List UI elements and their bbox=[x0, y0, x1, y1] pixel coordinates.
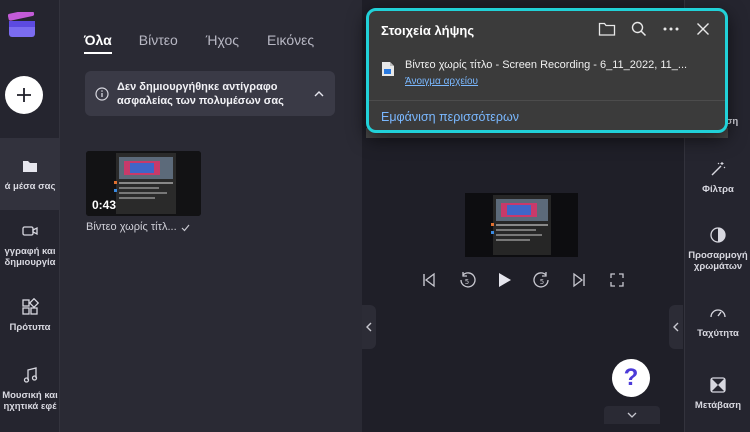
panel-item-label: Ταχύτητα bbox=[697, 328, 739, 339]
panel-item-label-line2: χρωμάτων bbox=[693, 261, 743, 272]
checkmark-icon bbox=[181, 224, 190, 231]
more-dots-icon bbox=[663, 27, 679, 31]
collapse-media-panel-button[interactable] bbox=[362, 305, 376, 349]
transition-icon bbox=[710, 377, 726, 393]
magic-wand-icon bbox=[711, 162, 726, 176]
rail-item-music-sfx[interactable]: Μουσική και ηχητικά εφέ bbox=[0, 366, 60, 428]
search-downloads-button[interactable] bbox=[629, 19, 649, 39]
rail-item-label-line2: δημιουργία bbox=[4, 257, 56, 268]
rail-item-label-line2: ηχητικά εφέ bbox=[3, 401, 57, 412]
left-rail: ά μέσα σας γγραφή και δημιουργία Πρότυπα… bbox=[0, 0, 60, 432]
clipchamp-logo-icon bbox=[8, 12, 35, 37]
search-icon bbox=[631, 21, 647, 37]
download-item: Βίντεο χωρίς τίτλο - Screen Recording - … bbox=[381, 59, 713, 89]
rail-item-label: ά μέσα σας bbox=[4, 180, 56, 192]
chevron-down-icon bbox=[627, 412, 637, 418]
video-preview-image bbox=[465, 193, 578, 257]
skip-back-icon bbox=[423, 272, 435, 288]
contrast-icon bbox=[710, 227, 726, 243]
fullscreen-button[interactable] bbox=[608, 271, 626, 289]
downloads-toolbar bbox=[597, 19, 713, 39]
divider bbox=[369, 100, 725, 101]
skip-forward-icon bbox=[573, 272, 586, 288]
tab-video[interactable]: Βίντεο bbox=[139, 32, 178, 48]
svg-text:5: 5 bbox=[540, 278, 544, 286]
playback-controls: 5 5 bbox=[420, 268, 626, 292]
play-icon bbox=[499, 273, 512, 287]
chevron-up-icon[interactable] bbox=[313, 88, 325, 100]
fullscreen-icon bbox=[610, 273, 624, 287]
video-file-icon bbox=[382, 62, 394, 76]
forward-5s-button[interactable]: 5 bbox=[533, 271, 551, 289]
rail-item-your-media[interactable]: ά μέσα σας bbox=[0, 138, 60, 210]
info-icon bbox=[95, 86, 109, 101]
help-button[interactable]: ? bbox=[612, 359, 650, 397]
collapse-properties-panel-button[interactable] bbox=[669, 305, 683, 349]
media-thumbnail[interactable]: 0:43 bbox=[86, 151, 201, 216]
media-item-caption: Βίντεο χωρίς τίτλ... bbox=[86, 221, 211, 233]
forward-5-icon: 5 bbox=[533, 272, 549, 288]
open-file-link[interactable]: Άνοιγμα αρχείου bbox=[405, 76, 478, 87]
add-media-button[interactable] bbox=[5, 76, 43, 114]
close-downloads-button[interactable] bbox=[693, 19, 713, 39]
backup-warning-banner[interactable]: Δεν δημιουργήθηκε αντίγραφο ασφαλείας τω… bbox=[85, 71, 335, 116]
play-button[interactable] bbox=[495, 271, 513, 289]
tab-images[interactable]: Εικόνες bbox=[267, 32, 314, 48]
tab-audio[interactable]: Ήχος bbox=[206, 32, 239, 48]
downloads-popup: Στοιχεία λήψης Βίντεο χωρίς τίτλο - Scre… bbox=[366, 8, 728, 133]
timeline-toggle-button[interactable] bbox=[604, 406, 660, 424]
chevron-left-icon bbox=[366, 322, 372, 332]
media-item-title: Βίντεο χωρίς τίτλ... bbox=[86, 221, 177, 233]
more-options-button[interactable] bbox=[661, 19, 681, 39]
plus-icon bbox=[17, 88, 31, 102]
video-camera-icon bbox=[22, 226, 38, 236]
music-note-icon bbox=[23, 367, 38, 383]
backup-warning-text: Δεν δημιουργήθηκε αντίγραφο ασφαλείας τω… bbox=[117, 80, 284, 107]
panel-item-label: Μετάβαση bbox=[694, 400, 742, 411]
folder-icon bbox=[598, 22, 616, 36]
folder-icon bbox=[23, 160, 37, 172]
rail-item-templates[interactable]: Πρότυπα bbox=[0, 298, 60, 346]
rail-item-record-create[interactable]: γγραφή και δημιουργία bbox=[0, 222, 60, 284]
video-preview-canvas[interactable] bbox=[465, 193, 578, 257]
templates-icon bbox=[22, 298, 39, 315]
panel-item-label-line1: Προσαρμογή bbox=[688, 250, 748, 261]
tab-all[interactable]: Όλα bbox=[84, 32, 112, 54]
panel-item-speed[interactable]: Ταχύτητα bbox=[685, 304, 750, 339]
rail-item-label-line1: Μουσική και bbox=[2, 390, 58, 401]
downloads-title: Στοιχεία λήψης bbox=[381, 23, 475, 38]
close-icon bbox=[697, 23, 709, 35]
rewind-5s-button[interactable]: 5 bbox=[458, 271, 476, 289]
panel-item-label: Φίλτρα bbox=[702, 184, 734, 195]
panel-item-transition[interactable]: Μετάβαση bbox=[685, 376, 750, 411]
rail-item-label-line1: γγραφή και bbox=[4, 246, 56, 257]
open-downloads-folder-button[interactable] bbox=[597, 19, 617, 39]
panel-item-filters[interactable]: Φίλτρα bbox=[685, 160, 750, 195]
download-file-name[interactable]: Βίντεο χωρίς τίτλο - Screen Recording - … bbox=[405, 59, 710, 71]
chevron-left-icon bbox=[673, 322, 679, 332]
rewind-5-icon: 5 bbox=[459, 272, 476, 288]
show-more-link[interactable]: Εμφάνιση περισσότερων bbox=[381, 110, 519, 124]
skip-to-end-button[interactable] bbox=[570, 271, 588, 289]
rail-item-label: Πρότυπα bbox=[9, 322, 51, 333]
skip-to-start-button[interactable] bbox=[420, 271, 438, 289]
media-tabs: Όλα Βίντεο Ήχος Εικόνες bbox=[84, 32, 314, 54]
video-duration: 0:43 bbox=[92, 198, 117, 212]
media-panel: Όλα Βίντεο Ήχος Εικόνες Δεν δημιουργήθηκ… bbox=[60, 0, 362, 432]
panel-item-adjust-colors[interactable]: Προσαρμογή χρωμάτων bbox=[685, 226, 750, 272]
speedometer-icon bbox=[710, 309, 726, 318]
svg-text:5: 5 bbox=[464, 278, 468, 286]
